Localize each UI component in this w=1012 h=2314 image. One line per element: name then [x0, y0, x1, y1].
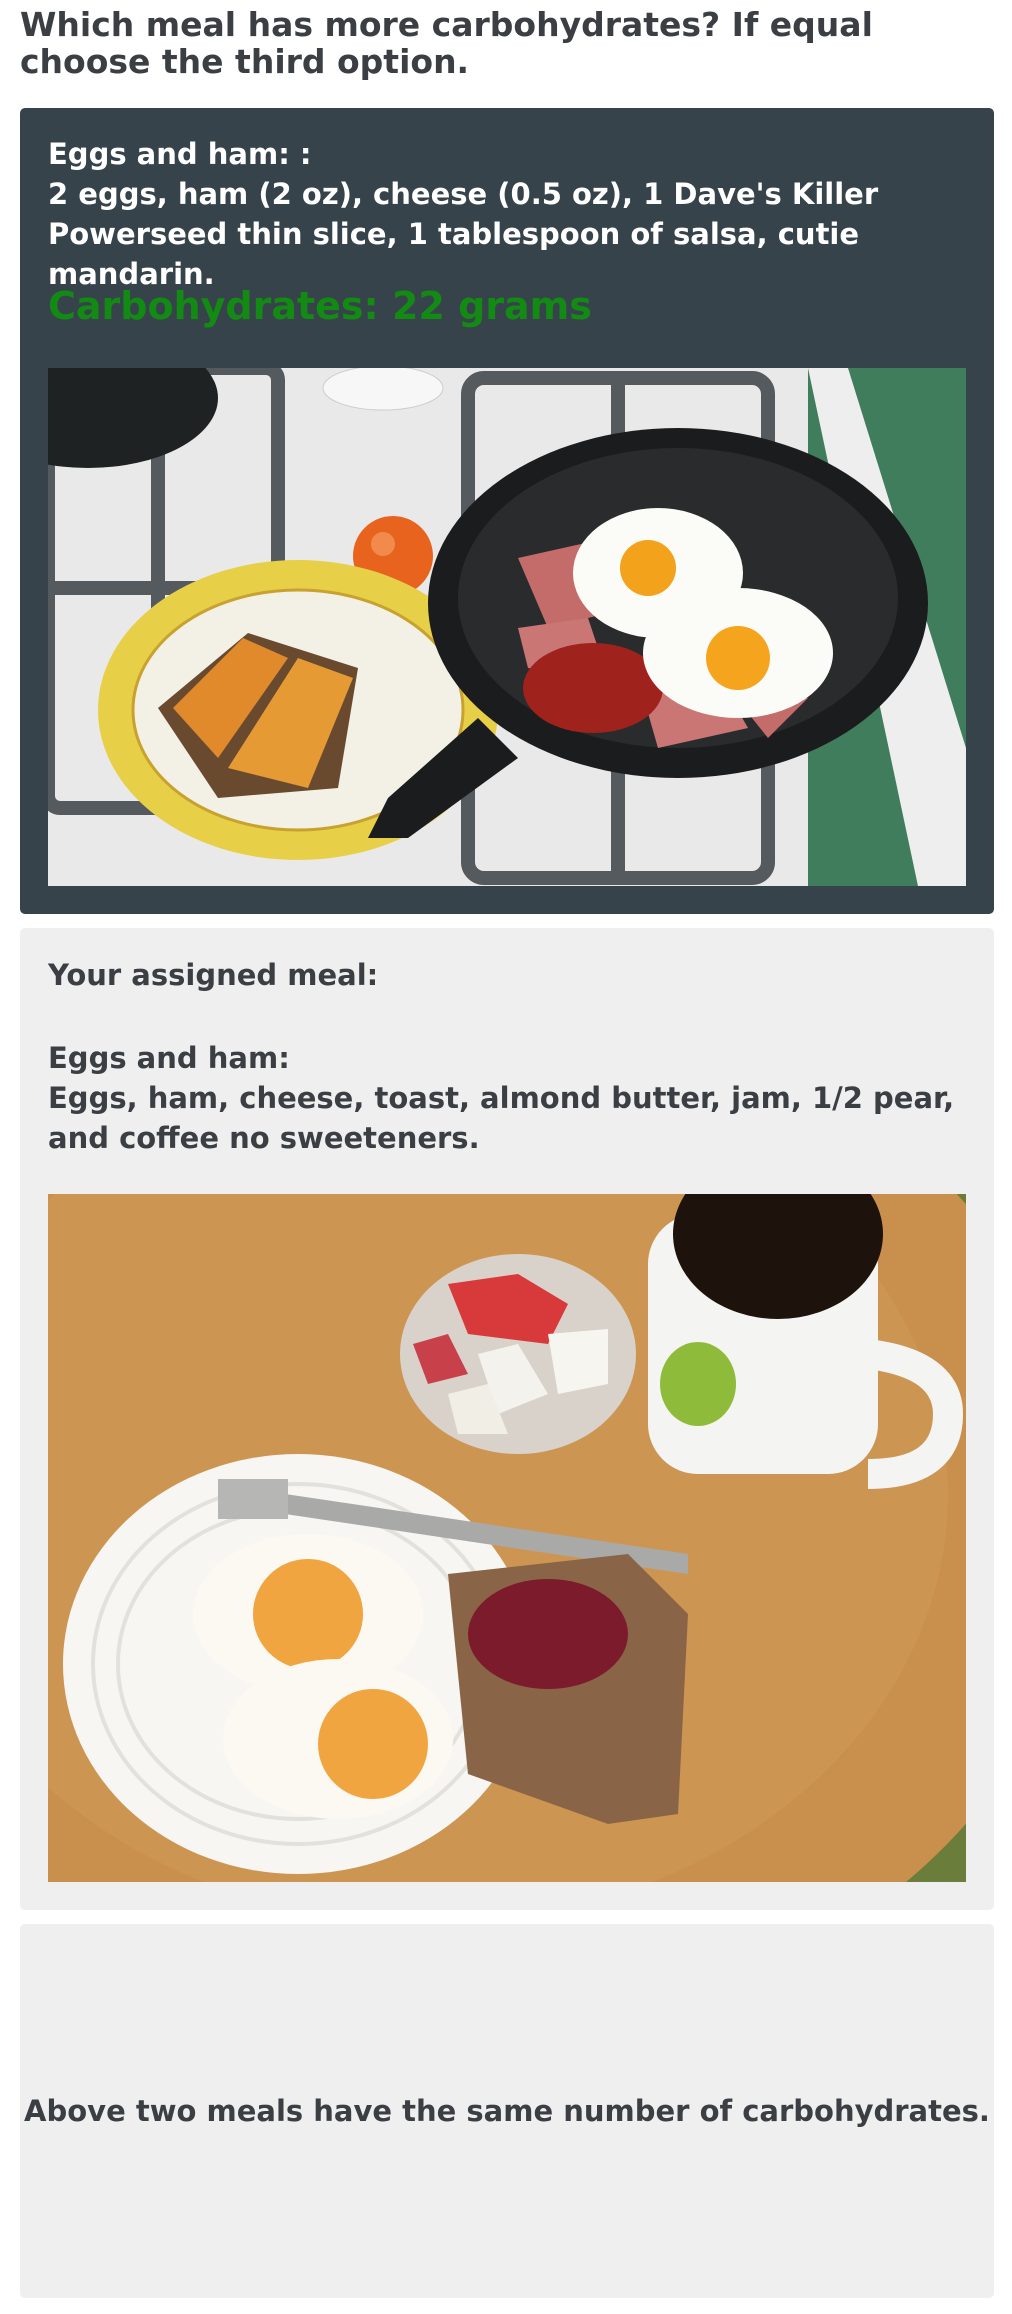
meal-b-title: Eggs and ham: [48, 1041, 290, 1075]
equal-option-text: Above two meals have the same number of … [24, 2094, 990, 2128]
meal-a-photo [48, 368, 966, 886]
meal-a-title: Eggs and ham: : [48, 137, 312, 171]
meal-option-b-card[interactable]: Your assigned meal: Eggs and ham: Eggs, … [20, 928, 994, 1910]
meal-a-carbohydrates: Carbohydrates: 22 grams [48, 284, 592, 328]
question-text: Which meal has more carbohydrates? If eq… [20, 5, 873, 81]
meal-a-description: 2 eggs, ham (2 oz), cheese (0.5 oz), 1 D… [48, 177, 879, 291]
equal-option-card[interactable]: Above two meals have the same number of … [20, 1924, 994, 2298]
meal-b-description: Eggs, ham, cheese, toast, almond butter,… [48, 1081, 955, 1155]
assigned-meal-label: Your assigned meal: [48, 958, 379, 992]
meal-option-a-card[interactable]: Eggs and ham: : 2 eggs, ham (2 oz), chee… [20, 108, 994, 914]
meal-b-photo [48, 1194, 966, 1882]
